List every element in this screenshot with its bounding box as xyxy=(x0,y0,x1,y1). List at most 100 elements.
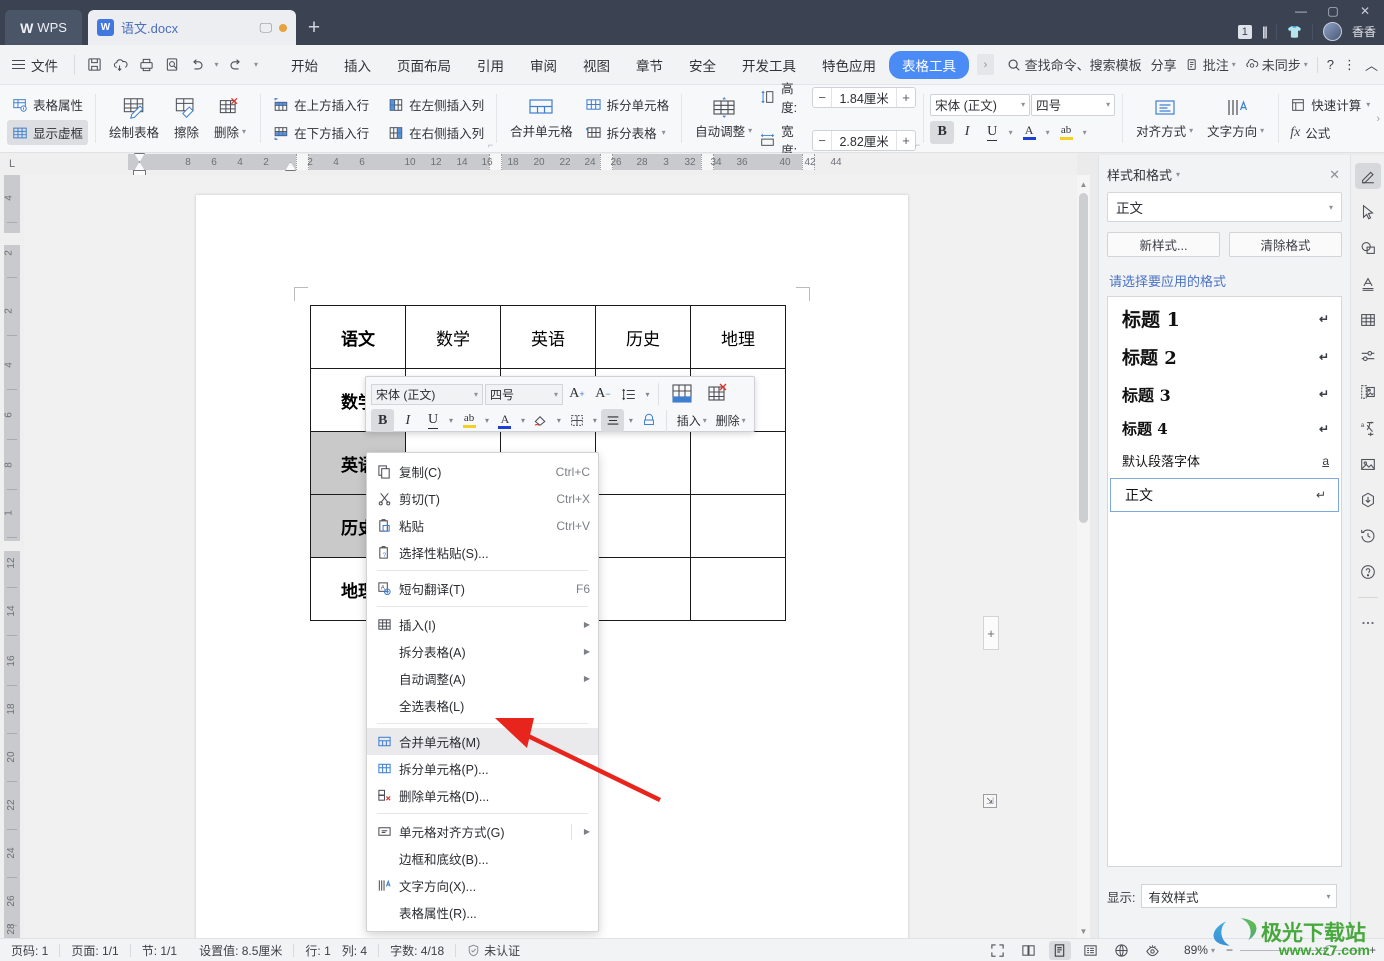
text-art-icon[interactable] xyxy=(1355,271,1381,297)
mini-insert-icon[interactable] xyxy=(665,381,699,407)
insert-row-below-button[interactable]: 在下方插入行 xyxy=(267,120,374,145)
highlight-button[interactable]: ab xyxy=(1054,121,1078,144)
group-launcher-icon[interactable]: ⌐ xyxy=(915,140,920,150)
context-item-auto-fit[interactable]: 自动调整(A) ▶ xyxy=(367,665,598,692)
shapes-icon[interactable] xyxy=(1355,235,1381,261)
tab-section[interactable]: 章节 xyxy=(623,51,676,79)
insert-row-above-button[interactable]: 在上方插入行 xyxy=(267,92,374,117)
tab-list-icon[interactable]: ||| xyxy=(1262,24,1268,39)
context-item-cut[interactable]: 剪切(T) Ctrl+X xyxy=(367,485,598,512)
picture-icon[interactable] xyxy=(1355,451,1381,477)
scrollbar-thumb[interactable] xyxy=(1079,193,1088,523)
merge-cells-button[interactable]: 合并单元格 xyxy=(503,95,580,142)
mini-underline-dropdown-icon[interactable]: ▾ xyxy=(447,416,456,425)
zoom-out-button[interactable]: − xyxy=(1226,943,1233,957)
outline-icon[interactable] xyxy=(1080,941,1102,960)
status-section[interactable]: 节: 1/1 xyxy=(131,942,188,959)
context-item-paste-special[interactable]: ? 选择性粘贴(S)... xyxy=(367,539,598,566)
status-row[interactable]: 行: 1 xyxy=(294,942,341,959)
close-button[interactable]: ✕ xyxy=(1352,2,1378,20)
undo-icon[interactable] xyxy=(185,52,211,78)
cloud-save-icon[interactable] xyxy=(107,52,133,78)
file-menu-button[interactable]: 文件 xyxy=(0,55,68,75)
mini-delete-button[interactable]: 删除 ▾ xyxy=(712,412,749,429)
underline-button[interactable]: U xyxy=(980,121,1004,144)
ribbon-overflow-icon[interactable]: › xyxy=(1376,113,1380,125)
split-table-button[interactable]: 拆分表格 ▾ xyxy=(580,120,675,145)
context-item-copy[interactable]: 复制(C) Ctrl+C xyxy=(367,458,598,485)
text-direction-button[interactable]: 文字方向 ▾ xyxy=(1200,95,1271,142)
mini-borders-dropdown-icon[interactable]: ▾ xyxy=(591,416,600,425)
style-item-heading2[interactable]: 标题 2 ↵ xyxy=(1108,338,1341,376)
help-button[interactable]: ? xyxy=(1327,57,1334,72)
context-item-text-direction[interactable]: 文字方向(X)... xyxy=(367,872,598,899)
table-properties-button[interactable]: 表格属性 xyxy=(7,92,88,117)
context-item-borders-shading[interactable]: 边框和底纹(B)... xyxy=(367,845,598,872)
new-style-button[interactable]: 新样式... xyxy=(1107,232,1220,257)
clear-format-button[interactable]: 清除格式 xyxy=(1229,232,1342,257)
highlight-dropdown-icon[interactable]: ▾ xyxy=(1079,121,1090,144)
show-gridlines-button[interactable]: 显示虚框 xyxy=(7,120,89,145)
eraser-button[interactable]: 擦除 xyxy=(166,94,207,143)
context-item-split-cells[interactable]: 拆分单元格(P)... xyxy=(367,755,598,782)
tab-review[interactable]: 审阅 xyxy=(517,51,570,79)
table-cell[interactable] xyxy=(690,557,786,621)
table-cell[interactable] xyxy=(595,431,691,495)
status-verify[interactable]: 未认证 xyxy=(456,942,531,959)
mini-borders-button[interactable] xyxy=(565,409,588,432)
collapse-ribbon-button[interactable]: ︿ xyxy=(1365,55,1378,74)
tab-view[interactable]: 视图 xyxy=(570,51,623,79)
mini-shading-dropdown-icon[interactable]: ▾ xyxy=(555,416,564,425)
share-button[interactable]: 分享 xyxy=(1151,55,1177,74)
styles-list[interactable]: 标题 1 ↵ 标题 2 ↵ 标题 3 ↵ 标题 4 ↵ 默认段落字体 a 正文 … xyxy=(1107,296,1342,867)
page-layout-icon[interactable] xyxy=(1048,940,1071,960)
context-item-translate[interactable]: A 短句翻译(T) F6 xyxy=(367,575,598,602)
mini-underline-button[interactable]: U xyxy=(421,409,444,432)
wps-home-button[interactable]: W WPS xyxy=(5,10,82,45)
vertical-scrollbar[interactable]: ▲ ▼ xyxy=(1077,175,1090,940)
column-width-increase[interactable]: + xyxy=(897,133,915,148)
more-options-button[interactable]: ⋮ xyxy=(1343,57,1356,73)
context-item-insert[interactable]: 插入(I) ▶ xyxy=(367,611,598,638)
status-setting-value[interactable]: 设置值: 8.5厘米 xyxy=(188,942,293,959)
chevron-down-icon[interactable]: ▾ xyxy=(1176,170,1180,179)
document-tab[interactable]: W 语文.docx 🖵 xyxy=(88,10,296,45)
maximize-button[interactable]: ▢ xyxy=(1320,2,1346,20)
line-spacing-dropdown-icon[interactable]: ▾ xyxy=(643,390,652,399)
ruler-corner-tab-stop-button[interactable]: L xyxy=(0,153,24,175)
split-cells-button[interactable]: 拆分单元格 xyxy=(580,92,675,117)
mini-font-name-select[interactable]: 宋体 (正文) ▾ xyxy=(371,383,483,405)
context-item-paste[interactable]: 粘贴 Ctrl+V xyxy=(367,512,598,539)
table-cell[interactable] xyxy=(595,494,691,558)
status-word-count[interactable]: 字数: 4/18 xyxy=(379,942,455,959)
doc-count-badge[interactable]: 1 xyxy=(1237,24,1252,39)
print-preview-icon[interactable] xyxy=(159,52,185,78)
table-icon[interactable] xyxy=(1355,307,1381,333)
mini-align-button[interactable] xyxy=(601,409,625,432)
tab-insert[interactable]: 插入 xyxy=(331,51,384,79)
insert-column-left-button[interactable]: 在左侧插入列 xyxy=(382,92,489,117)
add-column-button[interactable]: + xyxy=(983,616,999,650)
tab-start[interactable]: 开始 xyxy=(278,51,331,79)
panel-close-button[interactable]: ✕ xyxy=(1329,167,1340,183)
table-cell[interactable]: 数学 xyxy=(405,305,501,369)
print-icon[interactable] xyxy=(133,52,159,78)
tab-references[interactable]: 引用 xyxy=(464,51,517,79)
table-resize-handle[interactable]: ⇲ xyxy=(983,794,997,808)
save-icon[interactable] xyxy=(81,52,107,78)
undo-dropdown-icon[interactable]: ▾ xyxy=(211,52,222,78)
column-width-decrease[interactable]: − xyxy=(813,133,831,148)
mini-italic-button[interactable]: I xyxy=(396,409,419,432)
fullscreen-icon[interactable] xyxy=(987,941,1009,960)
pen-highlight-icon[interactable] xyxy=(1354,163,1381,189)
help-circle-icon[interactable] xyxy=(1355,559,1381,585)
quick-calc-button[interactable]: 快速计算 ▾ xyxy=(1285,92,1375,117)
table-context-menu[interactable]: 复制(C) Ctrl+C 剪切(T) Ctrl+X 粘贴 Ctrl+V ? 选择… xyxy=(366,452,599,932)
zoom-in-button[interactable]: + xyxy=(1369,943,1376,957)
mini-font-size-select[interactable]: 四号 ▾ xyxy=(485,383,563,405)
current-style-select[interactable]: 正文 ▾ xyxy=(1107,192,1342,222)
minimize-button[interactable]: — xyxy=(1288,2,1314,20)
style-item-default-paragraph-font[interactable]: 默认段落字体 a xyxy=(1108,445,1341,476)
row-height-decrease[interactable]: − xyxy=(813,90,831,105)
bold-button[interactable]: B xyxy=(930,120,955,144)
